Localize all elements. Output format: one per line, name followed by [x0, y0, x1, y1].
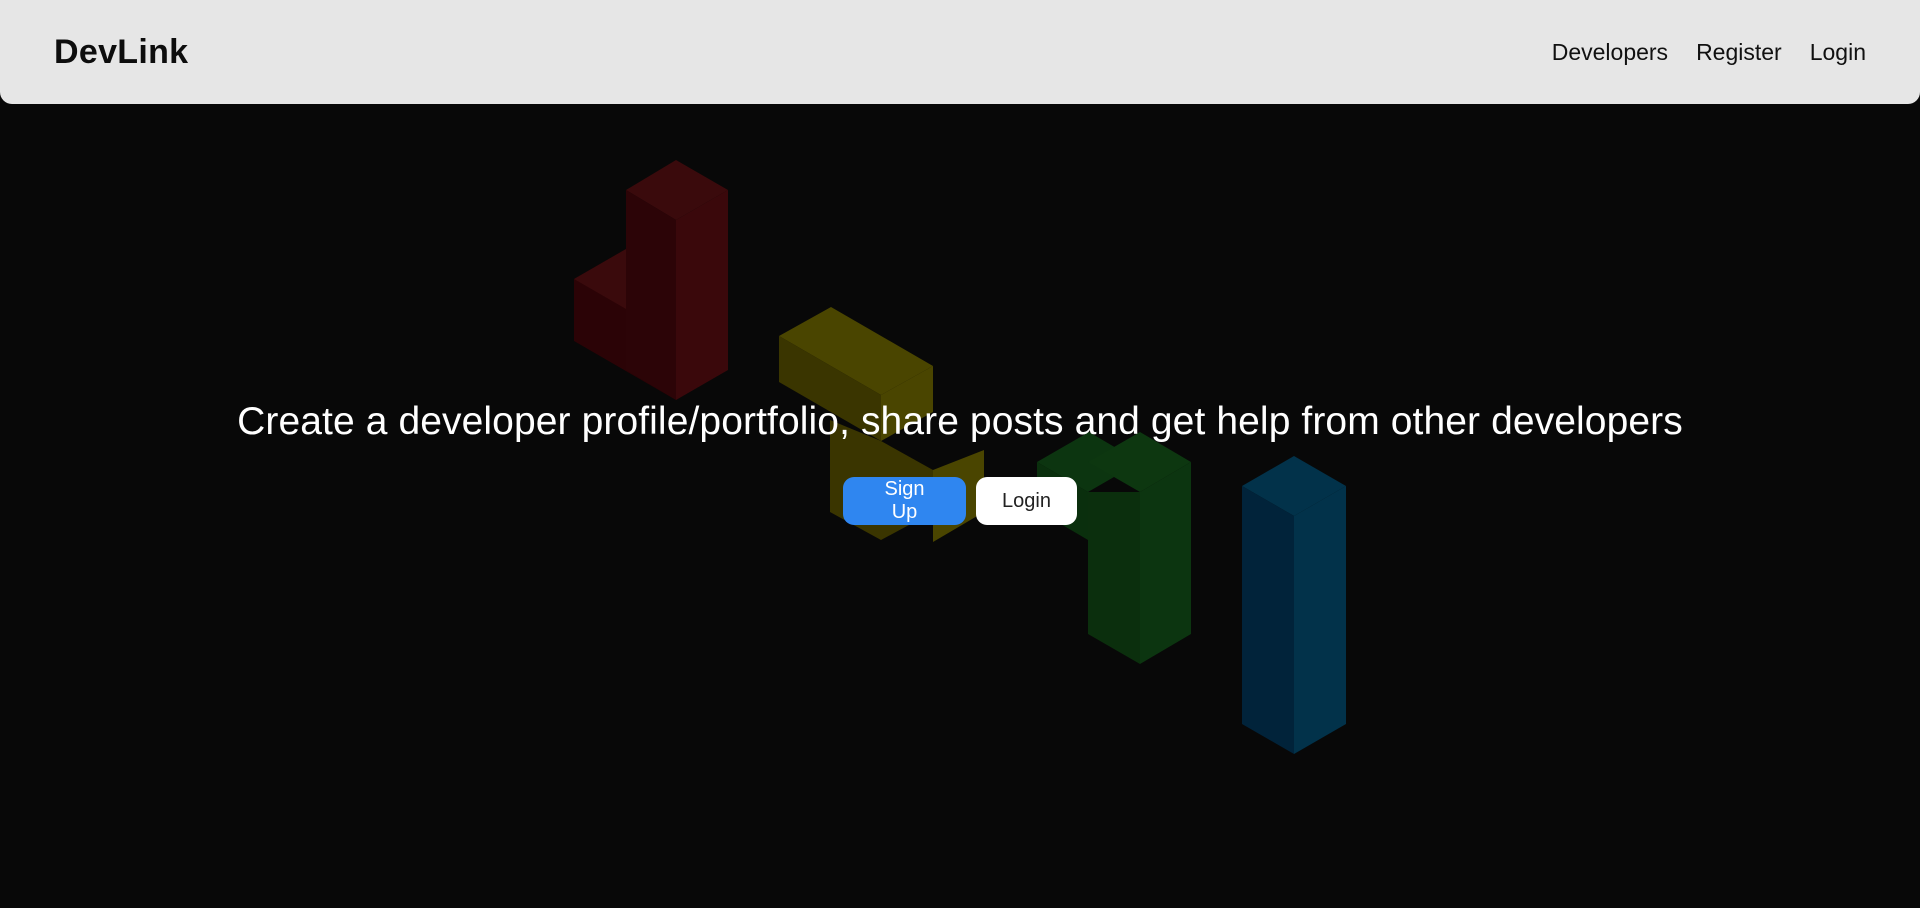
hero-content: Create a developer profile/portfolio, sh… — [0, 400, 1920, 525]
brand-logo-link[interactable]: DevLink — [54, 33, 188, 72]
hero-tagline: Create a developer profile/portfolio, sh… — [237, 400, 1683, 443]
red-block-shape — [574, 160, 728, 400]
navbar: DevLink Developers Register Login — [0, 0, 1920, 104]
nav-link-login[interactable]: Login — [1810, 39, 1866, 66]
nav-link-developers[interactable]: Developers — [1552, 39, 1668, 66]
login-button[interactable]: Login — [976, 477, 1077, 525]
hero-actions: Sign Up Login — [0, 477, 1920, 525]
nav-link-register[interactable]: Register — [1696, 39, 1782, 66]
nav-links: Developers Register Login — [1552, 39, 1866, 66]
sign-up-button[interactable]: Sign Up — [843, 477, 966, 525]
